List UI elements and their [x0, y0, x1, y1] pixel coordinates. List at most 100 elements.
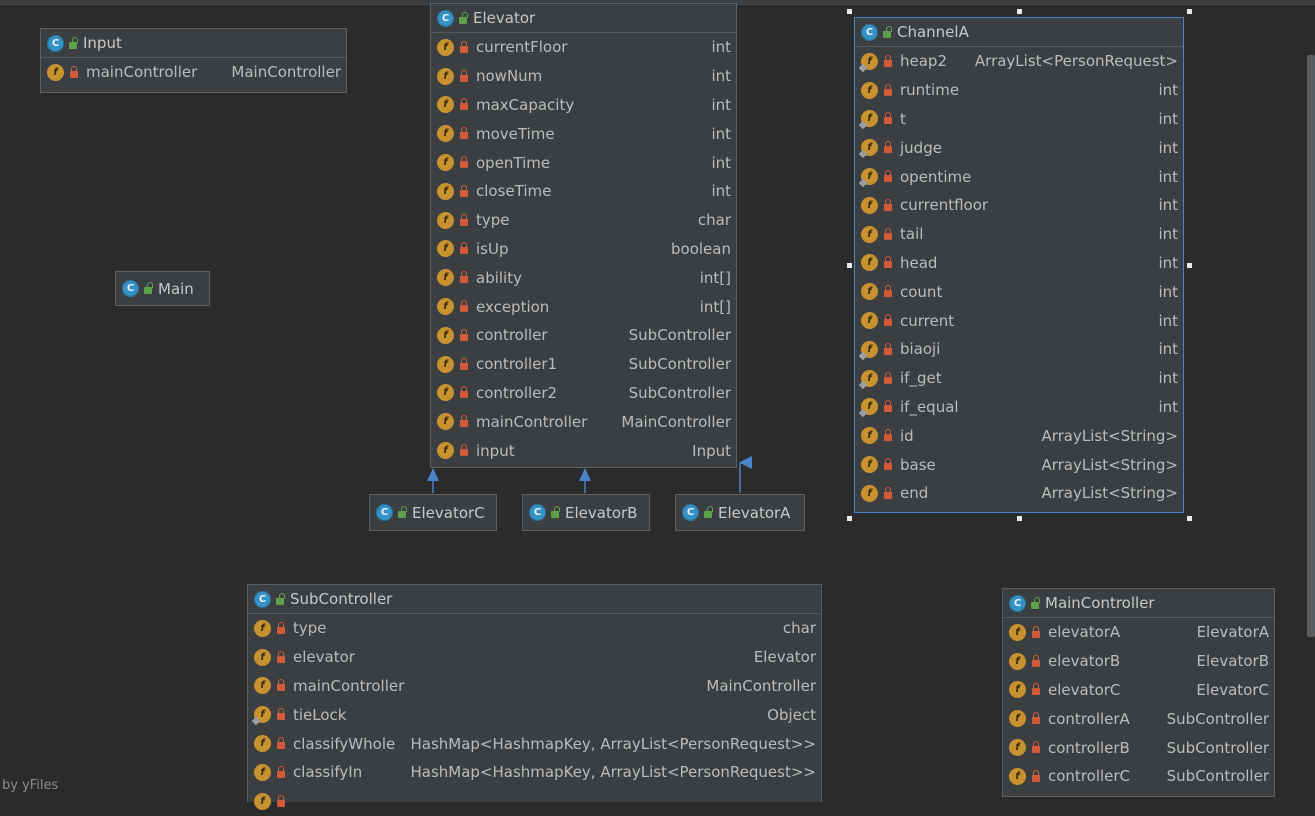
- resize-handle-sw[interactable]: [847, 516, 852, 521]
- field-row[interactable]: f biaoji int: [855, 335, 1183, 364]
- field-row[interactable]: f judge int: [855, 133, 1183, 162]
- resize-handle-ne[interactable]: [1187, 9, 1192, 14]
- private-lock-icon: [460, 127, 468, 140]
- field-name: moveTime: [476, 124, 555, 143]
- field-icon: f: [437, 442, 454, 460]
- field-row[interactable]: f mainController MainController: [431, 407, 736, 436]
- class-icon: C: [122, 280, 139, 297]
- field-type: int: [1158, 138, 1178, 157]
- class-icon: C: [437, 9, 454, 27]
- field-type: ElevatorA: [1196, 623, 1269, 642]
- field-icon: f: [861, 427, 878, 445]
- field-type: Object: [767, 705, 816, 724]
- class-node-maincontroller[interactable]: C MainController f elevatorA ElevatorA f ele…: [1002, 588, 1275, 797]
- field-row[interactable]: f elevator Elevator: [248, 643, 821, 672]
- field-row[interactable]: f if_get int: [855, 364, 1183, 393]
- resize-handle-se[interactable]: [1187, 516, 1192, 521]
- field-row[interactable]: f if_equal int: [855, 393, 1183, 422]
- private-lock-icon: [884, 54, 892, 67]
- private-lock-icon: [884, 83, 892, 96]
- class-node-channela[interactable]: C ChannelA f heap2 ArrayList<PersonRequest…: [854, 17, 1184, 513]
- field-row[interactable]: f tail int: [855, 220, 1183, 249]
- field-name: base: [900, 455, 936, 474]
- private-lock-icon: [884, 170, 892, 183]
- resize-handle-e[interactable]: [1187, 263, 1192, 268]
- field-icon: f: [861, 456, 878, 474]
- private-lock-icon: [884, 486, 892, 499]
- field-name: judge: [900, 138, 942, 157]
- field-row[interactable]: f isUp boolean: [431, 235, 736, 264]
- field-name: t: [900, 109, 906, 128]
- field-row[interactable]: f controllerA SubController: [1003, 704, 1274, 733]
- field-row[interactable]: f opentime int: [855, 162, 1183, 191]
- field-row[interactable]: f type char: [248, 614, 821, 643]
- class-node-elevatorc[interactable]: C ElevatorC: [369, 494, 497, 531]
- resize-handle-s[interactable]: [1017, 516, 1022, 521]
- field-type: int: [711, 182, 731, 201]
- resize-handle-n[interactable]: [1017, 9, 1022, 14]
- field-row[interactable]: f id ArrayList<String>: [855, 421, 1183, 450]
- field-row[interactable]: f ability int[]: [431, 263, 736, 292]
- field-name: currentfloor: [900, 196, 989, 215]
- field-row[interactable]: f exception int[]: [431, 292, 736, 321]
- field-row[interactable]: f controller1 SubController: [431, 350, 736, 379]
- field-row[interactable]: f controllerC SubController: [1003, 762, 1274, 791]
- field-row[interactable]: f: [248, 787, 821, 816]
- field-row[interactable]: f heap2 ArrayList<PersonRequest>: [855, 47, 1183, 76]
- field-row[interactable]: f currentFloor int: [431, 33, 736, 62]
- field-name: if_get: [900, 369, 942, 388]
- class-node-elevatora[interactable]: C ElevatorA: [675, 494, 805, 531]
- field-row[interactable]: f classifyIn HashMap<HashmapKey, ArrayList…: [248, 758, 821, 787]
- field-row[interactable]: f moveTime int: [431, 119, 736, 148]
- field-row[interactable]: f mainController MainController: [41, 58, 346, 87]
- field-row[interactable]: f tieLock Object: [248, 700, 821, 729]
- private-lock-icon: [277, 737, 285, 750]
- field-row[interactable]: f type char: [431, 206, 736, 235]
- resize-handle-nw[interactable]: [847, 9, 852, 14]
- field-row[interactable]: f current int: [855, 306, 1183, 335]
- field-row[interactable]: f controller2 SubController: [431, 379, 736, 408]
- resize-handle-w[interactable]: [847, 263, 852, 268]
- field-row[interactable]: f controllerB SubController: [1003, 733, 1274, 762]
- field-row[interactable]: f elevatorB ElevatorB: [1003, 647, 1274, 676]
- field-row[interactable]: f openTime int: [431, 148, 736, 177]
- class-node-main[interactable]: C Main: [115, 271, 210, 306]
- class-icon: C: [254, 590, 271, 608]
- field-row[interactable]: f classifyWhole HashMap<HashmapKey, ArrayL…: [248, 729, 821, 758]
- field-row[interactable]: f end ArrayList<String>: [855, 479, 1183, 508]
- field-icon: f: [254, 763, 271, 781]
- field-name: maxCapacity: [476, 95, 575, 114]
- private-lock-icon: [884, 141, 892, 154]
- field-row[interactable]: f count int: [855, 277, 1183, 306]
- private-lock-icon: [460, 444, 468, 457]
- field-row[interactable]: f nowNum int: [431, 62, 736, 91]
- class-header: C Input: [41, 29, 346, 58]
- field-row[interactable]: f currentfloor int: [855, 191, 1183, 220]
- private-lock-icon: [460, 415, 468, 428]
- class-node-elevatorb[interactable]: C ElevatorB: [522, 494, 650, 531]
- field-icon: f: [1009, 739, 1026, 757]
- field-row[interactable]: f t int: [855, 105, 1183, 134]
- vertical-scrollbar[interactable]: [1307, 55, 1315, 637]
- private-lock-icon: [884, 371, 892, 384]
- field-type: int: [711, 153, 731, 172]
- class-node-elevator[interactable]: C Elevator f currentFloor int f nowNum int f ma…: [430, 3, 737, 468]
- field-row[interactable]: f closeTime int: [431, 177, 736, 206]
- field-row[interactable]: f mainController MainController: [248, 672, 821, 701]
- field-icon: f: [861, 484, 878, 502]
- field-row[interactable]: f head int: [855, 249, 1183, 278]
- field-row[interactable]: f input Input: [431, 436, 736, 465]
- field-row[interactable]: f base ArrayList<String>: [855, 450, 1183, 479]
- field-row[interactable]: f runtime int: [855, 76, 1183, 105]
- field-row[interactable]: f maxCapacity int: [431, 91, 736, 120]
- field-row[interactable]: f elevatorC ElevatorC: [1003, 676, 1274, 705]
- class-node-input[interactable]: C Input f mainController MainController: [40, 28, 347, 93]
- field-row[interactable]: f elevatorA ElevatorA: [1003, 618, 1274, 647]
- field-row[interactable]: f controller SubController: [431, 321, 736, 350]
- class-node-subcontroller[interactable]: C SubController f type char f elevator Elevat…: [247, 584, 822, 810]
- private-lock-icon: [884, 458, 892, 471]
- private-lock-icon: [277, 794, 285, 807]
- field-name: controller: [476, 326, 548, 345]
- field-type: int: [1158, 397, 1178, 416]
- field-icon: f: [437, 182, 454, 200]
